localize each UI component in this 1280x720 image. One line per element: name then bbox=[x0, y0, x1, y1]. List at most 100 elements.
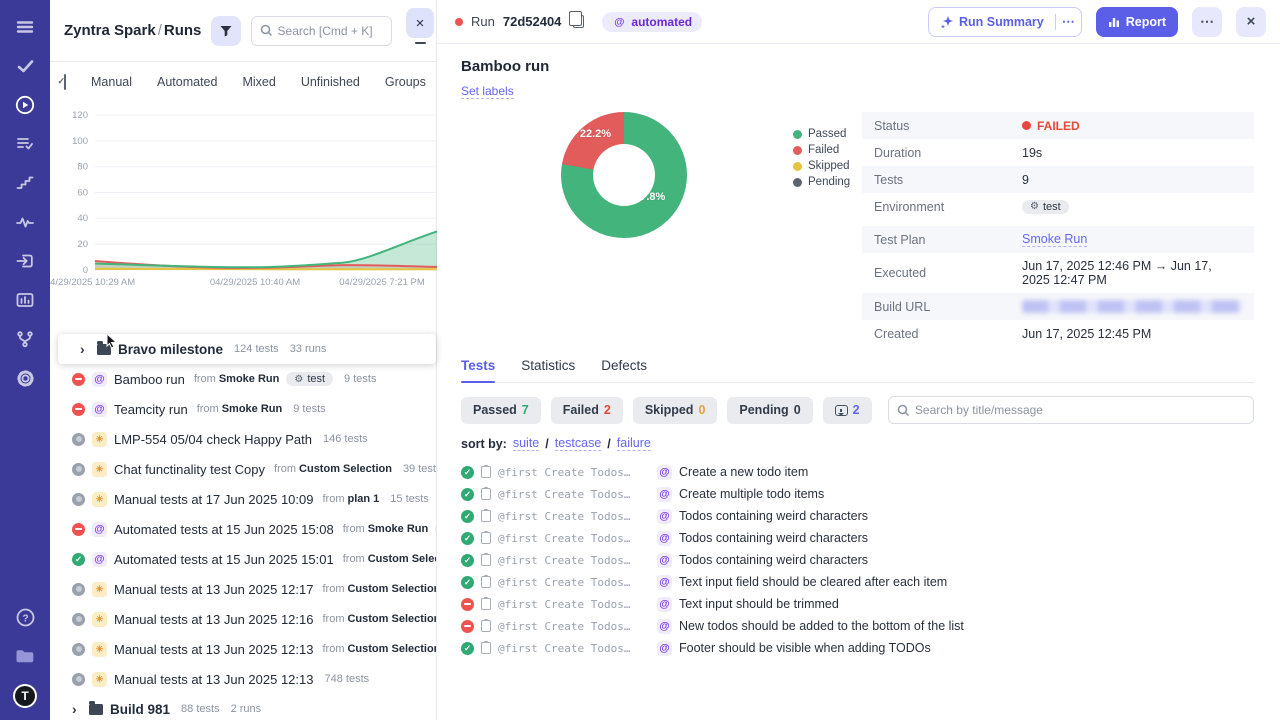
filter-passed-button[interactable]: Passed7 bbox=[461, 397, 541, 424]
run-list-item[interactable]: Manual tests at 13 Jun 2025 12:16 fromCu… bbox=[50, 604, 436, 634]
detail-row-environment: Environment ⚙test bbox=[862, 193, 1254, 220]
filter-failed-button[interactable]: Failed2 bbox=[551, 397, 623, 424]
settings-gear-icon[interactable] bbox=[14, 367, 36, 389]
filter-comments-button[interactable]: 2 bbox=[823, 397, 872, 424]
pulse-icon[interactable] bbox=[14, 211, 36, 233]
projects-folder-icon[interactable] bbox=[14, 645, 36, 667]
test-row[interactable]: @first Create Todos… Footer should be vi… bbox=[461, 637, 1254, 659]
legend-item-skipped[interactable]: Skipped bbox=[793, 160, 850, 172]
suite-name: @first Create Todos… bbox=[498, 466, 650, 479]
test-plan-link[interactable]: Smoke Run bbox=[1022, 232, 1087, 247]
tab-mixed[interactable]: Mixed bbox=[242, 75, 275, 89]
legend-item-passed[interactable]: Passed bbox=[793, 128, 850, 140]
tab-automated[interactable]: Automated bbox=[157, 75, 217, 89]
suite-name: @first Create Todos… bbox=[498, 510, 650, 523]
test-row[interactable]: @first Create Todos… Create multiple tod… bbox=[461, 483, 1254, 505]
runs-panel-header: Zyntra Spark/Runs bbox=[50, 0, 436, 62]
tab-tests[interactable]: Tests bbox=[461, 358, 495, 382]
panel-collapse-handle[interactable] bbox=[415, 42, 426, 44]
menu-icon[interactable] bbox=[14, 16, 36, 38]
failed-percent-label: 22.2% bbox=[580, 128, 611, 140]
run-list-item[interactable]: Automated tests at 15 Jun 2025 15:08 fro… bbox=[50, 514, 436, 544]
run-list-item[interactable]: LMP-554 05/04 check Happy Path 146 tests bbox=[50, 424, 436, 454]
comment-icon bbox=[835, 405, 848, 416]
test-title: Todos containing weird characters bbox=[679, 509, 868, 523]
y-tick: 0 bbox=[83, 265, 88, 276]
test-row[interactable]: @first Create Todos… New todos should be… bbox=[461, 615, 1254, 637]
app-logo[interactable]: T bbox=[13, 684, 37, 708]
run-list-item[interactable]: Bamboo run fromSmoke Run ⚙test 9 tests bbox=[50, 364, 436, 394]
tab-unfinished[interactable]: Unfinished bbox=[301, 75, 360, 89]
test-plans-icon[interactable] bbox=[14, 133, 36, 155]
run-list-item[interactable]: Chat functinality test Copy fromCustom S… bbox=[50, 454, 436, 484]
suite-name: @first Create Todos… bbox=[498, 488, 650, 501]
run-source: fromSmoke Run bbox=[197, 403, 283, 415]
runs-search[interactable] bbox=[251, 16, 392, 46]
run-list-item[interactable]: Manual tests at 13 Jun 2025 12:13 fromCu… bbox=[50, 634, 436, 664]
test-title: Create a new todo item bbox=[679, 465, 808, 479]
help-icon[interactable]: ? bbox=[14, 606, 36, 628]
legend-item-failed[interactable]: Failed bbox=[793, 144, 850, 156]
run-list-item[interactable]: Automated tests at 15 Jun 2025 15:01 fro… bbox=[50, 544, 436, 574]
tests-check-icon[interactable] bbox=[14, 55, 36, 77]
gear-icon: ⚙ bbox=[294, 374, 303, 385]
pending-swatch bbox=[793, 178, 802, 187]
set-labels-link[interactable]: Set labels bbox=[461, 84, 514, 99]
chevron-right-icon[interactable]: › bbox=[80, 341, 90, 357]
automated-test-icon bbox=[657, 531, 672, 546]
run-status-icon bbox=[72, 373, 85, 386]
build-folder-row[interactable]: › Build 981 88 tests 2 runs bbox=[50, 694, 436, 720]
tab-statistics[interactable]: Statistics bbox=[521, 358, 575, 382]
milestones-steps-icon[interactable] bbox=[14, 172, 36, 194]
automated-badge[interactable]: automated bbox=[602, 12, 702, 32]
run-list-item[interactable]: Manual tests at 13 Jun 2025 12:13 748 te… bbox=[50, 664, 436, 694]
test-row[interactable]: @first Create Todos… Todos containing we… bbox=[461, 505, 1254, 527]
run-list-item[interactable]: Manual tests at 17 Jun 2025 10:09 frompl… bbox=[50, 484, 436, 514]
legend-item-pending[interactable]: Pending bbox=[793, 176, 850, 188]
run-list-item[interactable]: Manual tests at 13 Jun 2025 12:17 fromCu… bbox=[50, 574, 436, 604]
clipboard-icon bbox=[481, 642, 491, 654]
tab-defects[interactable]: Defects bbox=[601, 358, 647, 382]
filter-button[interactable] bbox=[211, 16, 241, 46]
tab-groups[interactable]: Groups bbox=[385, 75, 426, 89]
test-title: Todos containing weird characters bbox=[679, 553, 868, 567]
run-summary-button[interactable]: Run Summary bbox=[928, 7, 1082, 37]
project-name: Zyntra Spark bbox=[64, 22, 156, 39]
chevron-right-icon[interactable]: › bbox=[72, 701, 82, 717]
filter-pending-button[interactable]: Pending0 bbox=[727, 397, 812, 424]
copy-icon[interactable] bbox=[573, 15, 584, 28]
close-detail-button[interactable] bbox=[1236, 7, 1266, 37]
tests-search-input[interactable] bbox=[915, 403, 1245, 417]
run-list-item[interactable]: Teamcity run fromSmoke Run 9 tests bbox=[50, 394, 436, 424]
runs-search-input[interactable] bbox=[278, 24, 383, 38]
report-button[interactable]: Report bbox=[1096, 7, 1178, 37]
run-summary-more-icon[interactable] bbox=[1055, 14, 1081, 30]
sort-by-failure-link[interactable]: failure bbox=[617, 436, 651, 451]
breadcrumb: Zyntra Spark/Runs bbox=[64, 22, 201, 39]
runs-play-icon[interactable] bbox=[14, 94, 36, 116]
failed-dot-icon bbox=[455, 18, 463, 26]
run-source: fromSmoke Run bbox=[194, 373, 280, 385]
test-row[interactable]: @first Create Todos… Todos containing we… bbox=[461, 549, 1254, 571]
import-icon[interactable] bbox=[14, 250, 36, 272]
analytics-icon[interactable] bbox=[14, 289, 36, 311]
sort-by-testcase-link[interactable]: testcase bbox=[555, 436, 602, 451]
search-icon bbox=[897, 404, 909, 417]
more-options-button[interactable] bbox=[1192, 7, 1222, 37]
select-all-icon[interactable] bbox=[64, 74, 66, 90]
test-row[interactable]: @first Create Todos… Text input field sh… bbox=[461, 571, 1254, 593]
run-name: Manual tests at 13 Jun 2025 12:13 bbox=[114, 672, 313, 687]
donut-legend: Passed Failed Skipped Pending bbox=[793, 128, 850, 192]
test-row[interactable]: @first Create Todos… Create a new todo i… bbox=[461, 461, 1254, 483]
test-row[interactable]: @first Create Todos… Todos containing we… bbox=[461, 527, 1254, 549]
tests-search[interactable] bbox=[888, 396, 1254, 424]
sort-by-suite-link[interactable]: suite bbox=[513, 436, 539, 451]
suite-name: @first Create Todos… bbox=[498, 620, 650, 633]
tab-manual[interactable]: Manual bbox=[91, 75, 132, 89]
panel-close-button[interactable]: × bbox=[406, 8, 434, 38]
branches-icon[interactable] bbox=[14, 328, 36, 350]
test-row[interactable]: @first Create Todos… Text input should b… bbox=[461, 593, 1254, 615]
logo-letter: T bbox=[15, 686, 35, 706]
runs-list: › Bravo milestone 124 tests 33 runs Bamb… bbox=[50, 334, 436, 720]
filter-skipped-button[interactable]: Skipped0 bbox=[633, 397, 718, 424]
